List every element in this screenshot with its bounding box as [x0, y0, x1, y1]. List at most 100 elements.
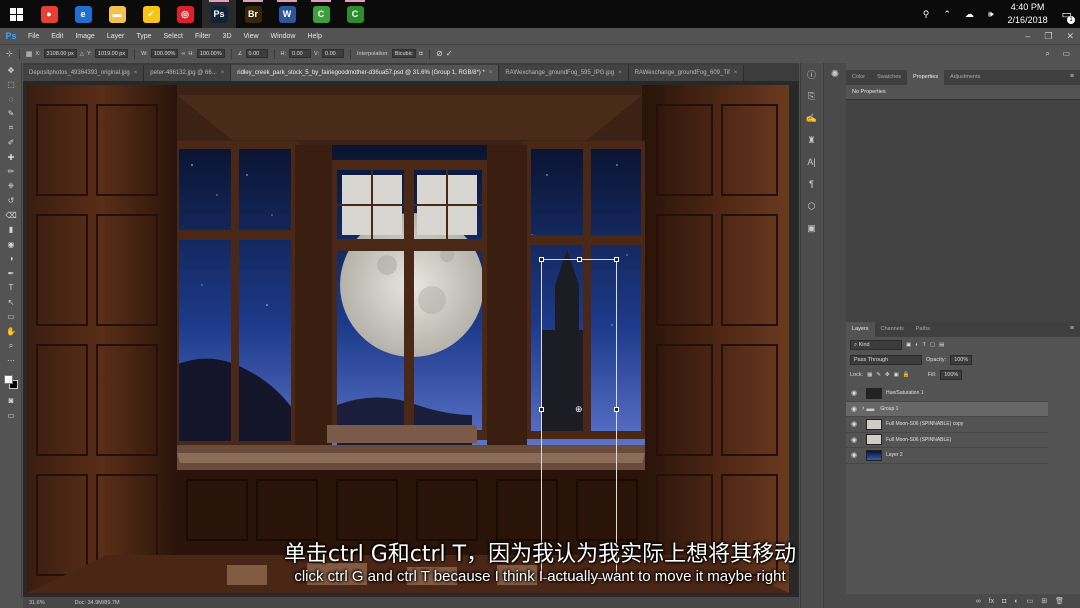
layer-row[interactable]: ◉ Full Moon-S06 (SPINNABLE) [846, 433, 1048, 448]
marquee-tool-icon[interactable]: ⬚ [0, 78, 22, 93]
fx-icon[interactable]: fx [989, 598, 994, 605]
crop-tool-icon[interactable]: ⌗ [0, 121, 22, 136]
document-canvas[interactable]: ⊕ [27, 85, 789, 593]
y-field[interactable]: 1019.00 px [94, 49, 129, 58]
hskew-field[interactable]: 0.00 [289, 49, 312, 58]
taskbar-app[interactable]: ◎ [168, 0, 202, 28]
x-field[interactable]: 3108.00 px [43, 49, 77, 58]
close-tab-icon[interactable]: × [489, 70, 493, 76]
angle-field[interactable]: 0.00 [245, 49, 268, 58]
taskbar-app[interactable]: C [304, 0, 338, 28]
visibility-eye-icon[interactable]: ◉ [846, 451, 862, 459]
close-tab-icon[interactable]: × [221, 70, 225, 76]
document-tab[interactable]: ridley_creek_park_stock_5_by_fairiegoodm… [231, 65, 500, 81]
panel-menu-icon[interactable]: ≡ [1070, 73, 1074, 80]
commit-transform-icon[interactable]: ✓ [446, 49, 453, 58]
transform-bounding-box[interactable]: ⊕ [539, 257, 619, 579]
document-tab[interactable]: Depositphotos_49364393_original.jpg × [23, 65, 145, 81]
brush-presets-icon[interactable]: ✍ [801, 107, 822, 129]
lasso-tool-icon[interactable]: ◌ [0, 92, 22, 107]
history-brush-icon[interactable]: ↺ [0, 194, 22, 209]
start-button[interactable] [0, 0, 32, 28]
filter-type-icon[interactable]: T [923, 342, 926, 348]
hand-tool-icon[interactable]: ✋ [0, 324, 22, 339]
quick-select-tool-icon[interactable]: ✎ [0, 107, 22, 122]
onedrive-cloud-icon[interactable]: ☁ [965, 9, 974, 20]
close-icon[interactable]: ✕ [1066, 31, 1074, 42]
layer-row[interactable]: ◉ Hue/Saturation 1 [846, 386, 1048, 402]
menu-3d[interactable]: 3D [217, 33, 238, 40]
link-layers-icon[interactable]: ∞ [976, 598, 981, 605]
clone-source-icon[interactable]: ♜ [801, 129, 822, 151]
workspace-icon[interactable]: ▭ [1062, 49, 1070, 58]
color-swatches[interactable] [0, 372, 21, 394]
blend-mode-select[interactable]: Pass Through [850, 354, 922, 365]
taskbar-app[interactable]: e [66, 0, 100, 28]
transform-handle[interactable] [614, 407, 619, 412]
layer-row[interactable]: ◉ Full Moon-S06 (SPINNABLE) copy [846, 417, 1048, 433]
visibility-eye-icon[interactable]: ◉ [846, 436, 862, 444]
move-tool-icon[interactable]: ⊹ [6, 49, 13, 58]
fill-field[interactable]: 100% [940, 369, 963, 380]
info-icon[interactable]: ⓘ [801, 63, 822, 85]
people-icon[interactable]: ⚲ [923, 9, 930, 20]
interpolation-select[interactable]: Bicubic [391, 49, 416, 58]
taskbar-app[interactable]: ✓ [134, 0, 168, 28]
tab-properties[interactable]: Properties [907, 70, 945, 85]
quick-mask-icon[interactable]: ◙ [0, 394, 22, 409]
group-expand-icon[interactable]: › [862, 405, 864, 412]
paragraph-icon[interactable]: ¶ [801, 173, 822, 195]
taskbar-app[interactable]: ● [32, 0, 66, 28]
screen-mode-icon[interactable]: ▭ [0, 408, 22, 423]
close-tab-icon[interactable]: × [734, 70, 738, 76]
tab-color[interactable]: Color [846, 70, 871, 85]
adjustment-layer-icon[interactable]: ◐ [1014, 598, 1018, 605]
menu-image[interactable]: Image [69, 33, 100, 40]
tab-channels[interactable]: Channels [875, 322, 910, 337]
pen-tool-icon[interactable]: ✒ [0, 266, 22, 281]
cancel-transform-icon[interactable]: ⊘ [436, 49, 443, 58]
path-select-icon[interactable]: ↖ [0, 295, 22, 310]
menu-window[interactable]: Window [265, 33, 302, 40]
taskbar-app[interactable]: ▬ [100, 0, 134, 28]
lock-position-icon[interactable]: ✥ [885, 372, 890, 378]
transform-handle[interactable] [577, 257, 582, 262]
clone-stamp-icon[interactable]: ⎈ [0, 179, 22, 194]
delta-icon[interactable]: △ [80, 51, 84, 57]
vskew-field[interactable]: 0.00 [322, 49, 345, 58]
shape-tool-icon[interactable]: ▭ [0, 310, 22, 325]
taskbar-app[interactable]: W [270, 0, 304, 28]
lock-artboard-icon[interactable]: ▣ [894, 372, 899, 378]
move-tool-icon[interactable]: ✥ [0, 63, 22, 78]
filter-smart-icon[interactable]: ▤ [939, 342, 944, 348]
document-tab[interactable]: RAWexchange_groundFog_609_Tif × [628, 65, 745, 81]
taskbar-app[interactable]: C [338, 0, 372, 28]
zoom-level[interactable]: 31.6% [29, 600, 45, 606]
transform-handle[interactable] [614, 257, 619, 262]
zoom-tool-icon[interactable]: ⌕ [0, 339, 22, 354]
filter-pixel-icon[interactable]: ▣ [906, 342, 911, 348]
menu-help[interactable]: Help [301, 33, 327, 40]
character-icon[interactable]: A| [801, 151, 822, 173]
eraser-tool-icon[interactable]: ⌫ [0, 208, 22, 223]
taskbar-app[interactable]: Ps [202, 0, 236, 28]
menu-file[interactable]: File [22, 33, 45, 40]
restore-icon[interactable]: ❐ [1044, 31, 1052, 42]
filter-shape-icon[interactable]: ▢ [930, 342, 935, 348]
clock[interactable]: 4:40 PM 2/16/2018 [1008, 1, 1048, 27]
filter-adjust-icon[interactable]: ◐ [915, 342, 918, 348]
blur-tool-icon[interactable]: ◉ [0, 237, 22, 252]
panel-menu-icon[interactable]: ≡ [1070, 325, 1074, 332]
lock-transparent-icon[interactable]: ▦ [867, 372, 872, 378]
tab-adjustments[interactable]: Adjustments [944, 70, 986, 85]
menu-layer[interactable]: Layer [101, 33, 131, 40]
transform-center-icon[interactable]: ⊕ [575, 404, 583, 415]
reference-point-icon[interactable]: ▦ [26, 50, 33, 58]
add-mask-icon[interactable]: ◘ [1002, 598, 1006, 605]
menu-select[interactable]: Select [158, 33, 189, 40]
eyedropper-tool-icon[interactable]: ✐ [0, 136, 22, 151]
minimize-icon[interactable]: – [1025, 31, 1030, 41]
tab-paths[interactable]: Paths [910, 322, 936, 337]
image-icon[interactable]: ▣ [801, 217, 822, 239]
close-tab-icon[interactable]: × [134, 70, 138, 76]
